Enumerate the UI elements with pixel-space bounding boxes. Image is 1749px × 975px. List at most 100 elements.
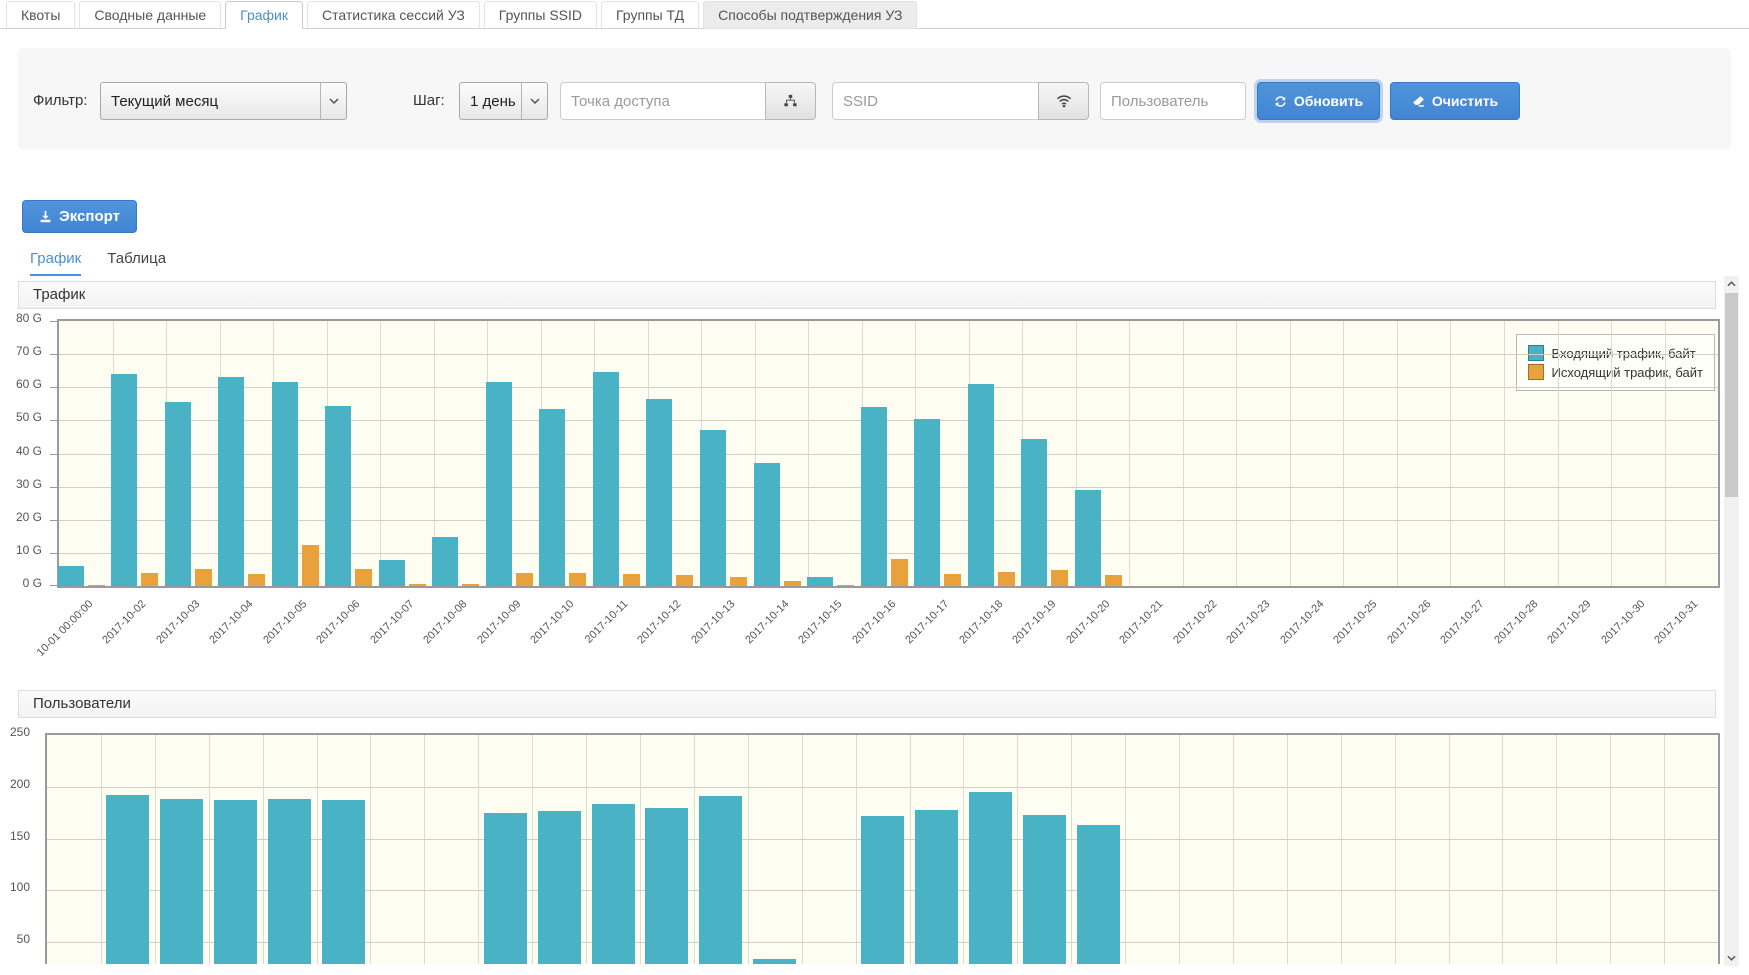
vertical-scrollbar[interactable] [1724,276,1739,966]
legend-item-outgoing: Исходящий трафик, байт [1528,364,1703,380]
filter-panel: Фильтр: Текущий месяц Шаг: 1 день [18,48,1731,149]
ssid-input[interactable] [832,82,1038,120]
y-axis-tick [50,585,57,586]
user-input[interactable] [1100,82,1246,120]
gridline-vertical [209,735,210,964]
traffic-panel-header: Трафик [18,281,1716,309]
chevron-down-icon [521,83,547,119]
bar-incoming-traffic [486,382,512,586]
bar-users [915,810,958,964]
gridline-horizontal [59,520,1718,521]
gridline-vertical [1449,735,1450,964]
period-select-value: Текущий месяц [101,93,320,110]
gridline-vertical [424,735,425,964]
tab-kvoty[interactable]: Квоты [6,1,75,29]
bar-incoming-traffic [432,537,458,586]
bar-incoming-traffic [593,372,619,586]
gridline-vertical [1664,735,1665,964]
gridline-vertical [640,735,641,964]
clear-button[interactable]: Очистить [1390,82,1520,120]
top-tabbar: Квоты Сводные данные График Статистика с… [0,0,1749,29]
users-chart-title: Пользователи [33,695,131,712]
bar-incoming-traffic [539,409,565,586]
export-button[interactable]: Экспорт [22,200,137,233]
bar-incoming-traffic [861,407,887,586]
traffic-x-axis: 10-01 00:00:002017-10-022017-10-032017-1… [57,590,1716,670]
bar-users [322,800,365,964]
scroll-up-button[interactable] [1724,276,1739,292]
period-select[interactable]: Текущий месяц [100,82,347,120]
bar-users [106,795,149,964]
y-axis-label: 0 G [23,576,42,590]
tab-gruppy-td[interactable]: Группы ТД [601,1,699,29]
bar-users [753,959,796,964]
tab-gruppy-ssid[interactable]: Группы SSID [484,1,597,29]
tab-sposoby-podtverzhdeniya[interactable]: Способы подтверждения УЗ [703,1,917,29]
sitemap-icon [783,94,798,108]
legend-label-outgoing: Исходящий трафик, байт [1552,365,1703,380]
bar-incoming-traffic [1021,439,1047,586]
gridline-vertical [317,735,318,964]
y-axis-tick [50,387,57,388]
scrollbar-thumb[interactable] [1725,293,1738,497]
y-axis-label: 50 G [16,410,42,424]
gridline-vertical [1287,735,1288,964]
bar-incoming-traffic [325,406,351,587]
y-axis-tick [50,420,57,421]
scroll-down-button[interactable] [1724,950,1739,966]
y-axis-label: 20 G [16,510,42,524]
access-point-group [560,82,816,120]
gridline-vertical [263,735,264,964]
y-axis-tick [50,354,57,355]
gridline-vertical [1610,735,1611,964]
bar-outgoing-traffic [355,569,372,586]
refresh-button[interactable]: Обновить [1257,82,1380,120]
bar-users [1077,825,1120,964]
download-icon [39,210,52,223]
step-select[interactable]: 1 день [459,82,548,120]
tab-grafik[interactable]: График [225,1,303,29]
y-axis-tick [50,553,57,554]
ssid-group [832,82,1089,120]
y-axis-label: 10 G [16,543,42,557]
gridline-vertical [1179,735,1180,964]
gridline-vertical [101,735,102,964]
legend-swatch-incoming [1528,345,1544,361]
step-label: Шаг: [413,82,445,120]
tab-svodnye-dannye[interactable]: Сводные данные [79,1,221,29]
chevron-down-icon [320,83,346,119]
bar-outgoing-traffic [462,584,479,586]
subtab-chart[interactable]: График [30,250,81,276]
access-point-picker-button[interactable] [765,82,816,120]
bar-users [645,808,688,965]
y-axis-tick [50,321,57,322]
bar-incoming-traffic [968,384,994,586]
bar-outgoing-traffic [409,584,426,586]
y-axis-label: 80 G [16,311,42,325]
bar-users [268,799,311,964]
y-axis-label: 50 [17,932,30,946]
legend-label-incoming: Входящий трафик, байт [1552,346,1696,361]
traffic-chart: Входящий трафик, байт Исходящий трафик, … [57,319,1720,588]
subtab-table[interactable]: Таблица [107,250,166,276]
legend-item-incoming: Входящий трафик, байт [1528,345,1703,361]
ssid-picker-button[interactable] [1038,82,1089,120]
gridline-vertical [1125,735,1126,964]
filter-label: Фильтр: [33,82,88,120]
gridline-vertical [694,735,695,964]
gridline-vertical [155,735,156,964]
y-axis-tick [50,487,57,488]
bar-outgoing-traffic [998,572,1015,586]
access-point-input[interactable] [560,82,765,120]
chart-legend: Входящий трафик, байт Исходящий трафик, … [1516,334,1715,391]
bar-outgoing-traffic [302,545,319,586]
bar-outgoing-traffic [1051,570,1068,586]
clear-button-label: Очистить [1432,93,1498,109]
users-y-axis: 25020015010050 [0,733,38,962]
bar-outgoing-traffic [944,574,961,586]
bar-incoming-traffic [700,430,726,586]
gridline-vertical [1556,735,1557,964]
tab-statistika-sessiy[interactable]: Статистика сессий УЗ [307,1,480,29]
bar-incoming-traffic [1075,490,1101,586]
gridline-vertical [1341,735,1342,964]
